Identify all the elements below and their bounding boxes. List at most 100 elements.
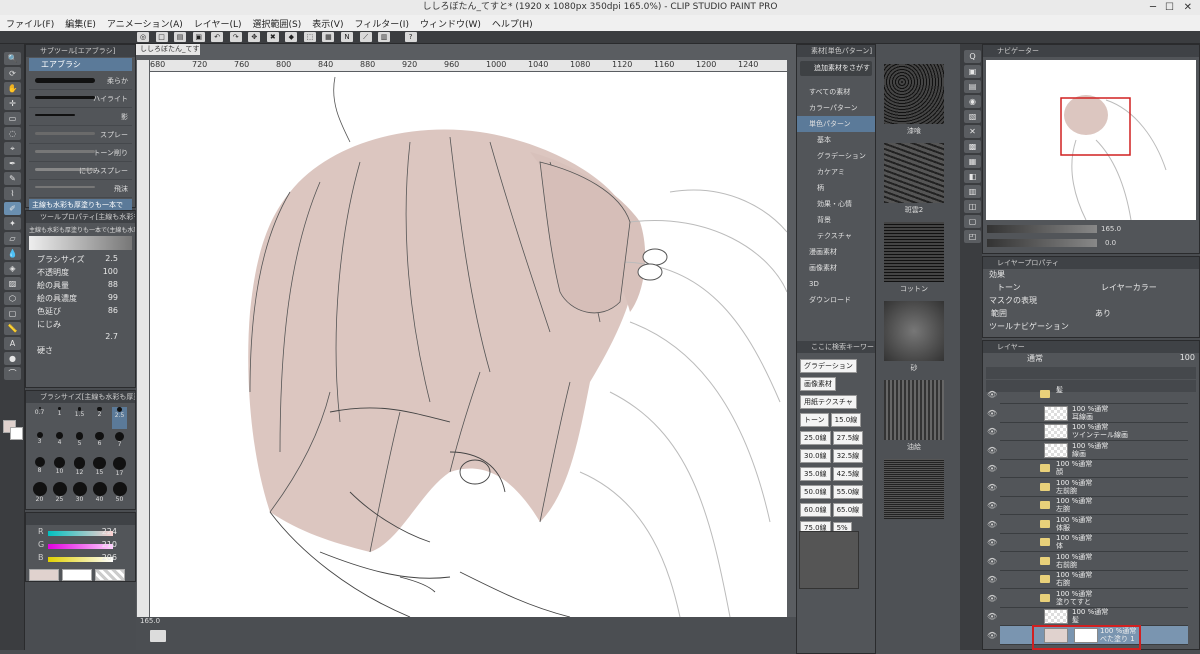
dock-icon[interactable]: ▧ [964,110,981,123]
menu-window[interactable]: ウィンドウ(W) [420,17,481,30]
eye-icon[interactable]: 👁 [987,446,997,455]
layer-tab[interactable]: レイヤー [983,341,1199,353]
redo-icon[interactable]: ↷ [229,32,242,42]
snap-icon[interactable]: N [341,32,354,42]
dock-icon[interactable]: ▥ [964,185,981,198]
eye-icon[interactable]: 👁 [987,557,997,566]
fill-icon[interactable]: ◆ [285,32,298,42]
text-tool-icon[interactable]: A [4,337,21,350]
material-tag-button[interactable]: 用紙テクスチャ [800,395,857,409]
rotate-slider[interactable] [987,239,1097,247]
eye-icon[interactable]: 👁 [987,501,997,510]
material-tree-item[interactable]: 3D [797,276,875,292]
brush-item[interactable]: ハイライト [29,90,132,108]
brush-size-preset[interactable]: 40 [92,482,107,504]
brush-size-preset[interactable]: 15 [92,457,107,479]
move-tool-icon[interactable]: ✛ [4,97,21,110]
menu-view[interactable]: 表示(V) [312,17,343,30]
material-tree-item[interactable]: 画像素材 [797,260,875,276]
brush-tool-icon[interactable]: ⌇ [4,187,21,200]
layer-row[interactable]: 👁 100 %通常髪 [987,607,1188,626]
prop-row[interactable]: 不透明度 100 [29,267,132,280]
brush-size-preset[interactable]: 1 [52,407,67,429]
brush-size-preset[interactable]: 5 [72,432,87,454]
eye-icon[interactable]: 👁 [987,390,997,399]
material-tree-item[interactable]: 背景 [797,212,875,228]
material-tag-button[interactable]: 60.0線 [800,503,831,517]
select-icon[interactable]: ⬚ [303,32,316,42]
current-color-swatch[interactable] [29,569,59,581]
zoom-slider[interactable] [987,225,1097,233]
brush-item[interactable]: 柔らか [29,72,132,90]
dock-icon[interactable]: ▤ [964,80,981,93]
menu-animation[interactable]: アニメーション(A) [107,17,183,30]
airbrush-tool-icon[interactable]: ✐ [4,202,21,215]
sub-color-chip[interactable] [62,569,92,581]
texture-thumbnail[interactable] [884,459,944,519]
blue-slider[interactable]: B 206 [26,553,135,566]
layer-row[interactable]: 👁 髪 [987,385,1188,404]
area-row[interactable]: 範囲 あり [983,308,1199,321]
brush-size-preset[interactable]: 7 [112,432,127,454]
eye-icon[interactable]: 👁 [987,612,997,621]
dock-icon[interactable]: ◉ [964,95,981,108]
prop-row[interactable]: 絵の具濃度 99 [29,293,132,306]
ruler-snap-icon[interactable]: ⟋ [359,32,372,42]
menu-selection[interactable]: 選択範囲(S) [253,17,302,30]
clip-studio-icon[interactable]: ◎ [137,32,149,42]
new-file-icon[interactable]: □ [155,32,168,42]
texture-thumbnail[interactable] [884,380,944,440]
layer-row[interactable]: 👁 100 %通常 塗りてすと [987,589,1188,608]
material-search-header[interactable]: ここに検索キーワードを入... [797,341,875,353]
close-icon[interactable]: ✕ [1184,0,1192,15]
material-tree-item[interactable]: 単色パターン [797,116,875,132]
brush-size-preset[interactable]: 2 [92,407,107,429]
brush-size-preset[interactable]: 20 [32,482,47,504]
red-slider[interactable]: R 224 [26,527,135,540]
brush-item[interactable]: スプレー [29,126,132,144]
correct-line-tool-icon[interactable]: ⌒ [4,367,21,380]
prop-row[interactable]: 硬さ [29,345,132,358]
layer-row[interactable]: 👁 100 %通常 左腕 [987,496,1188,515]
brush-size-preset[interactable]: 30 [72,482,87,504]
material-tag-button[interactable]: 35.0線 [800,467,831,481]
pencil-tool-icon[interactable]: ✎ [4,172,21,185]
brush-size-preset[interactable]: 25 [52,482,67,504]
texture-thumbnail[interactable] [884,301,944,361]
eye-icon[interactable]: 👁 [987,427,997,436]
material-tree-item[interactable]: 基本 [797,132,875,148]
zoom-tool-icon[interactable]: 🔍 [4,52,21,65]
brush-size-preset[interactable]: 2.5 [112,407,127,429]
layer-row[interactable]: 👁 100 %通常体 [987,533,1188,552]
dock-icon[interactable]: ◫ [964,200,981,213]
ruler-tool-icon[interactable]: 📏 [4,322,21,335]
dock-icon[interactable]: ✕ [964,125,981,138]
brush-size-preset[interactable]: 17 [112,457,127,479]
navigator-preview[interactable] [986,60,1196,221]
material-tree-item[interactable]: グラデーション [797,148,875,164]
brush-size-preset[interactable]: 4 [52,432,67,454]
material-tag-button[interactable]: 25.0線 [800,431,831,445]
prop-row[interactable]: 色延び 86 [29,306,132,319]
material-tag-button[interactable]: 32.5線 [832,449,864,463]
green-slider[interactable]: G 210 [26,540,135,553]
eye-icon[interactable]: 👁 [987,575,997,584]
transform-icon[interactable]: ✥ [248,32,261,42]
eye-icon[interactable]: 👁 [987,464,997,473]
clip-studio-dock-icon[interactable]: Q [964,50,981,63]
material-tree-item[interactable]: 漫画素材 [797,244,875,260]
layer-row[interactable]: 👁 100 %通常顔 [987,459,1188,478]
minimize-icon[interactable]: ─ [1150,0,1156,15]
prop-row[interactable]: 絵の具量 88 [29,280,132,293]
layer-row[interactable]: 👁 100 %通常 線画 [987,441,1188,460]
menu-layer[interactable]: レイヤー(L) [194,17,242,30]
material-tag-button[interactable]: 15.0線 [830,413,862,427]
dock-icon[interactable]: ▩ [964,140,981,153]
gradient-tool-icon[interactable]: ▨ [4,277,21,290]
maximize-icon[interactable]: ☐ [1165,0,1174,15]
material-tree-item[interactable]: カラーパターン [797,100,875,116]
material-tag-button[interactable]: トーン [800,413,829,427]
layer-row[interactable]: 👁 100 %通常 体服 [987,515,1188,534]
lasso-tool-icon[interactable]: ◌ [4,127,21,140]
blend-mode-select[interactable]: 通常 100 [983,353,1199,366]
